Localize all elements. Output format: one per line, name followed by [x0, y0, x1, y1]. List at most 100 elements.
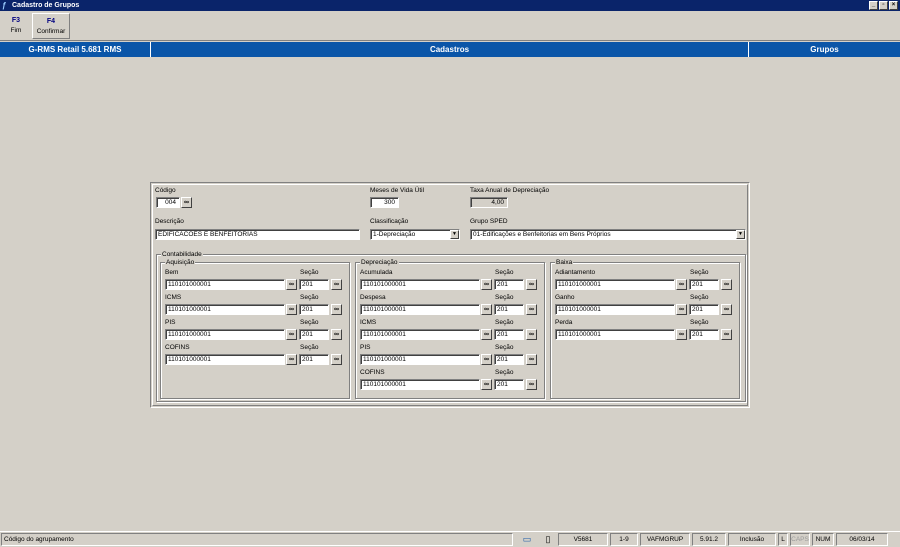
aq-icms-label: ICMS	[165, 294, 182, 301]
binoculars-icon[interactable]: ∞	[721, 304, 732, 315]
binoculars-icon[interactable]: ∞	[331, 304, 342, 315]
dp-acumulada-secao-label: Seção	[495, 269, 514, 276]
codigo-field[interactable]: 004	[156, 197, 180, 208]
aq-pis-secao-label: Seção	[300, 319, 319, 326]
binoculars-icon[interactable]: ∞	[526, 379, 537, 390]
aq-bem-conta[interactable]: 110101000001	[165, 279, 285, 290]
bx-adiantamento-conta[interactable]: 110101000001	[555, 279, 675, 290]
meses-field[interactable]: 300	[370, 197, 399, 208]
aq-cofins-secao[interactable]: 201	[299, 354, 329, 365]
confirmar-label: Confirmar	[36, 28, 66, 35]
toolbar: F3 Fim F4 Confirmar	[0, 11, 900, 41]
binoculars-icon[interactable]: ∞	[286, 279, 297, 290]
dp-pis-conta[interactable]: 110101000001	[360, 354, 480, 365]
bx-perda-secao[interactable]: 201	[689, 329, 719, 340]
binoculars-icon[interactable]: ∞	[481, 329, 492, 340]
bx-ganho-secao[interactable]: 201	[689, 304, 719, 315]
dp-icms-secao[interactable]: 201	[494, 329, 524, 340]
status-message: Código do agrupamento	[1, 533, 513, 546]
dp-cofins-label: COFINS	[360, 369, 385, 376]
bx-ganho-label: Ganho	[555, 294, 575, 301]
aq-pis-secao[interactable]: 201	[299, 329, 329, 340]
fim-key: F3	[11, 17, 21, 24]
bx-adiantamento-secao[interactable]: 201	[689, 279, 719, 290]
taxa-label: Taxa Anual de Depreciação	[470, 187, 550, 194]
binoculars-icon[interactable]: ∞	[721, 279, 732, 290]
binoculars-icon[interactable]: ∞	[331, 354, 342, 365]
status-version: V5681	[558, 533, 608, 546]
fim-label: Fim	[10, 27, 22, 34]
close-button[interactable]: ×	[889, 1, 898, 10]
binoculars-icon[interactable]: ∞	[286, 304, 297, 315]
dp-pis-secao-label: Seção	[495, 344, 514, 351]
dp-despesa-conta[interactable]: 110101000001	[360, 304, 480, 315]
binoculars-icon[interactable]: ∞	[481, 354, 492, 365]
bx-ganho-conta[interactable]: 110101000001	[555, 304, 675, 315]
bx-perda-conta[interactable]: 110101000001	[555, 329, 675, 340]
binoculars-icon[interactable]: ∞	[286, 354, 297, 365]
bx-ganho-secao-label: Seção	[690, 294, 709, 301]
title-bar: ƒ Cadastro de Grupos _ ▫ ×	[0, 0, 900, 11]
classificacao-select[interactable]: 1-Depreciação ▼	[370, 229, 460, 240]
contabilidade-title: Contabilidade	[161, 251, 203, 258]
binoculars-icon[interactable]: ∞	[676, 304, 687, 315]
fim-button[interactable]: F3 Fim	[2, 13, 30, 39]
dp-despesa-secao[interactable]: 201	[494, 304, 524, 315]
aq-icms-conta[interactable]: 110101000001	[165, 304, 285, 315]
binoculars-icon[interactable]: ∞	[526, 304, 537, 315]
binoculars-icon[interactable]: ∞	[331, 329, 342, 340]
binoculars-icon[interactable]: ∞	[721, 329, 732, 340]
dp-acumulada-label: Acumulada	[360, 269, 393, 276]
minimize-button[interactable]: _	[869, 1, 878, 10]
aq-cofins-conta[interactable]: 110101000001	[165, 354, 285, 365]
status-l: L	[778, 533, 788, 546]
dp-icms-label: ICMS	[360, 319, 377, 326]
meses-label: Meses de Vida Útil	[370, 187, 425, 194]
classificacao-value: 1-Depreciação	[373, 231, 416, 238]
descricao-field[interactable]: EDIFICACOES E BENFEITORIAS	[155, 229, 360, 240]
grupo-sped-label: Grupo SPED	[470, 218, 508, 225]
aq-bem-label: Bem	[165, 269, 179, 276]
aq-pis-conta[interactable]: 110101000001	[165, 329, 285, 340]
binoculars-icon[interactable]: ∞	[526, 329, 537, 340]
binoculars-icon[interactable]: ∞	[481, 379, 492, 390]
dp-cofins-secao[interactable]: 201	[494, 379, 524, 390]
dp-acumulada-secao[interactable]: 201	[494, 279, 524, 290]
binoculars-icon[interactable]: ∞	[676, 329, 687, 340]
maximize-button[interactable]: ▫	[879, 1, 888, 10]
binoculars-icon[interactable]: ∞	[526, 279, 537, 290]
dp-icms-secao-label: Seção	[495, 319, 514, 326]
binoculars-icon[interactable]: ∞	[676, 279, 687, 290]
status-mode: Inclusão	[728, 533, 776, 546]
grupo-sped-select[interactable]: 01-Edificações e Benfeitorias em Bens Pr…	[470, 229, 746, 240]
binoculars-icon[interactable]: ∞	[526, 354, 537, 365]
dp-icms-conta[interactable]: 110101000001	[360, 329, 480, 340]
aq-cofins-label: COFINS	[165, 344, 190, 351]
binoculars-icon[interactable]: ∞	[481, 304, 492, 315]
dp-pis-secao[interactable]: 201	[494, 354, 524, 365]
aq-icms-secao[interactable]: 201	[299, 304, 329, 315]
binoculars-icon[interactable]: ∞	[181, 197, 192, 208]
aquisicao-title: Aquisição	[165, 259, 196, 266]
dp-cofins-conta[interactable]: 110101000001	[360, 379, 480, 390]
confirmar-button[interactable]: F4 Confirmar	[32, 13, 70, 39]
binoculars-icon[interactable]: ∞	[331, 279, 342, 290]
binoculars-icon[interactable]: ∞	[286, 329, 297, 340]
aq-bem-secao[interactable]: 201	[299, 279, 329, 290]
chevron-down-icon[interactable]: ▼	[736, 230, 745, 239]
bx-adiantamento-secao-label: Seção	[690, 269, 709, 276]
header-screen: Grupos	[748, 42, 900, 57]
codigo-label: Código	[155, 187, 176, 194]
bx-adiantamento-label: Adiantamento	[555, 269, 596, 276]
context-header: G-RMS Retail 5.681 RMS Cadastros Grupos	[0, 42, 900, 57]
dp-acumulada-conta[interactable]: 110101000001	[360, 279, 480, 290]
confirmar-key: F4	[46, 18, 56, 25]
chevron-down-icon[interactable]: ▼	[450, 230, 459, 239]
dp-despesa-secao-label: Seção	[495, 294, 514, 301]
dp-cofins-secao-label: Seção	[495, 369, 514, 376]
window-title: Cadastro de Grupos	[12, 2, 80, 9]
taxa-field: 4,00	[470, 197, 508, 208]
status-release: 5.91.2	[692, 533, 726, 546]
binoculars-icon[interactable]: ∞	[481, 279, 492, 290]
header-system: G-RMS Retail 5.681 RMS	[28, 45, 122, 54]
